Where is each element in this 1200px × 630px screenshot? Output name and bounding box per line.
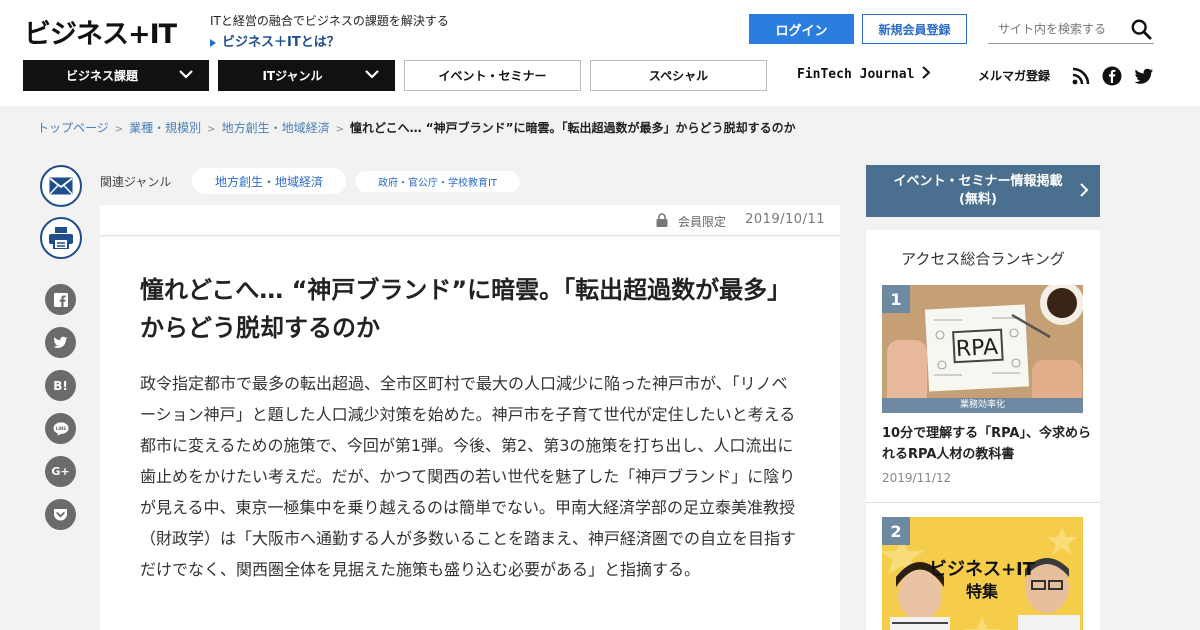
nav-special-label: スペシャル <box>648 69 709 83</box>
site-logo[interactable]: ビジネス+IT <box>24 12 177 51</box>
article-title: 憧れどこへ… “神戸ブランド”に暗雲。「転出超過数が最多」からどう脱却するのか <box>140 276 792 342</box>
share-line-button[interactable]: LINE <box>45 413 76 444</box>
breadcrumb-industry[interactable]: 業種・規模別 <box>129 121 201 135</box>
ranking-item-title[interactable]: 10分で理解する「RPA」、今求められるRPA人材の教科書 <box>882 423 1092 465</box>
breadcrumb-separator: > <box>114 124 124 135</box>
rank-category: 業務効率化 <box>882 398 1083 413</box>
nav-it-genre-label: ITジャンル <box>262 69 323 83</box>
genre-tag[interactable]: 政府・官公庁・学校教育IT <box>355 171 520 192</box>
facebook-icon[interactable] <box>1102 66 1122 86</box>
rank-number: 1 <box>882 285 910 313</box>
share-hatena-button[interactable]: B! <box>45 370 76 401</box>
access-ranking: アクセス総合ランキング RPA 1 業務効率化 10分で理解する「RPA」、今求… <box>866 230 1100 630</box>
share-email-button[interactable] <box>40 165 82 207</box>
chevron-right-icon <box>1080 183 1088 197</box>
rpa-thumbnail-image: RPA <box>882 285 1083 413</box>
register-button[interactable]: 新規会員登録 <box>862 14 967 44</box>
genre-tag[interactable]: 地方創生・地域経済 <box>192 168 346 194</box>
nav-events[interactable]: イベント・セミナー <box>404 60 581 91</box>
genre-label: 関連ジャンル <box>100 175 172 189</box>
ranking-item-date: 2019/11/12 <box>882 471 952 485</box>
nav-mailmag[interactable]: メルマガ登録 <box>978 67 1050 84</box>
nav-special[interactable]: スペシャル <box>590 60 767 91</box>
search-icon[interactable] <box>1130 18 1152 40</box>
nav-business[interactable]: ビジネス課題 <box>23 60 209 91</box>
site-header: ビジネス+IT ITと経営の融合でビジネスの課題を解決する ビジネス＋ITとは？… <box>0 0 1200 106</box>
about-link-label: ビジネス＋ITとは？ <box>222 35 340 50</box>
share-googleplus-button[interactable]: G+ <box>45 456 76 487</box>
ranking-title: アクセス総合ランキング <box>901 250 1065 268</box>
googleplus-icon: G+ <box>51 465 70 478</box>
nav-fintech-journal[interactable]: FinTech Journal <box>797 66 931 82</box>
breadcrumb-current: 憧れどこへ… “神戸ブランド”に暗雲。「転出超過数が最多」からどう脱却するのか <box>349 121 796 135</box>
breadcrumb-region[interactable]: 地方創生・地域経済 <box>222 121 330 135</box>
chevron-down-icon <box>179 70 193 79</box>
nav-it-genre[interactable]: ITジャンル <box>218 60 395 91</box>
print-button[interactable] <box>40 217 82 259</box>
rank-number: 2 <box>882 517 910 545</box>
hatena-icon: B! <box>53 378 68 393</box>
line-icon-text: LINE <box>55 425 66 430</box>
feature-thumbnail-image: ビジネス+IT 特集 <box>882 517 1083 630</box>
share-twitter-button[interactable] <box>45 327 76 358</box>
facebook-icon <box>53 292 68 307</box>
twitter-icon[interactable] <box>1134 66 1154 86</box>
nav-business-label: ビジネス課題 <box>65 69 138 83</box>
about-link[interactable]: ビジネス＋ITとは？ <box>210 31 340 50</box>
line-icon: LINE <box>53 421 68 436</box>
feature-image-text-2: 特集 <box>966 582 999 601</box>
login-button[interactable]: ログイン <box>749 14 854 44</box>
pocket-icon <box>54 508 67 520</box>
rss-icon[interactable] <box>1071 66 1091 86</box>
search-input[interactable] <box>988 16 1118 42</box>
triangle-right-icon <box>210 38 216 47</box>
event-button-line2: (無料) <box>959 192 997 207</box>
site-search <box>988 16 1154 44</box>
event-listing-button[interactable]: イベント・セミナー情報掲載 (無料) <box>866 165 1100 217</box>
feature-image-text-1: ビジネス+IT <box>929 559 1036 580</box>
ranking-thumbnail[interactable]: RPA 1 業務効率化 <box>882 285 1083 413</box>
share-facebook-button[interactable] <box>45 284 76 315</box>
event-button-line1: イベント・セミナー情報掲載 <box>893 174 1063 189</box>
chevron-down-icon <box>365 70 379 79</box>
chevron-right-icon <box>922 66 931 79</box>
breadcrumb-separator: > <box>335 124 344 135</box>
breadcrumb-separator: > <box>207 124 216 135</box>
site-tagline: ITと経営の融合でビジネスの課題を解決する <box>210 14 449 28</box>
members-only-badge: 会員限定 <box>677 215 726 229</box>
envelope-icon <box>49 177 73 195</box>
ranking-divider <box>866 502 1100 503</box>
article-date: 2019/10/11 <box>745 212 825 227</box>
article-body: 憧れどこへ… “神戸ブランド”に暗雲。「転出超過数が最多」からどう脱却するのか … <box>100 237 840 630</box>
nav-events-label: イベント・セミナー <box>438 69 547 83</box>
rpa-image-text: RPA <box>955 335 998 362</box>
share-pocket-button[interactable] <box>45 499 76 530</box>
article-lead: 政令指定都市で最多の転出超過、全市区町村で最大の人口減少に陥った神戸市が、「リノ… <box>140 374 797 579</box>
breadcrumb-home[interactable]: トップページ <box>37 121 109 135</box>
breadcrumb: トップページ > 業種・規模別 > 地方創生・地域経済 > 憧れどこへ… “神戸ブランド”に… <box>37 119 796 136</box>
lock-icon <box>656 213 668 227</box>
article-meta-bar: 会員限定 2019/10/11 <box>100 205 840 236</box>
nav-fintech-label: FinTech Journal <box>797 67 915 82</box>
twitter-icon <box>53 336 68 348</box>
ranking-thumbnail[interactable]: ビジネス+IT 特集 2 <box>882 517 1083 630</box>
printer-icon <box>49 227 73 249</box>
